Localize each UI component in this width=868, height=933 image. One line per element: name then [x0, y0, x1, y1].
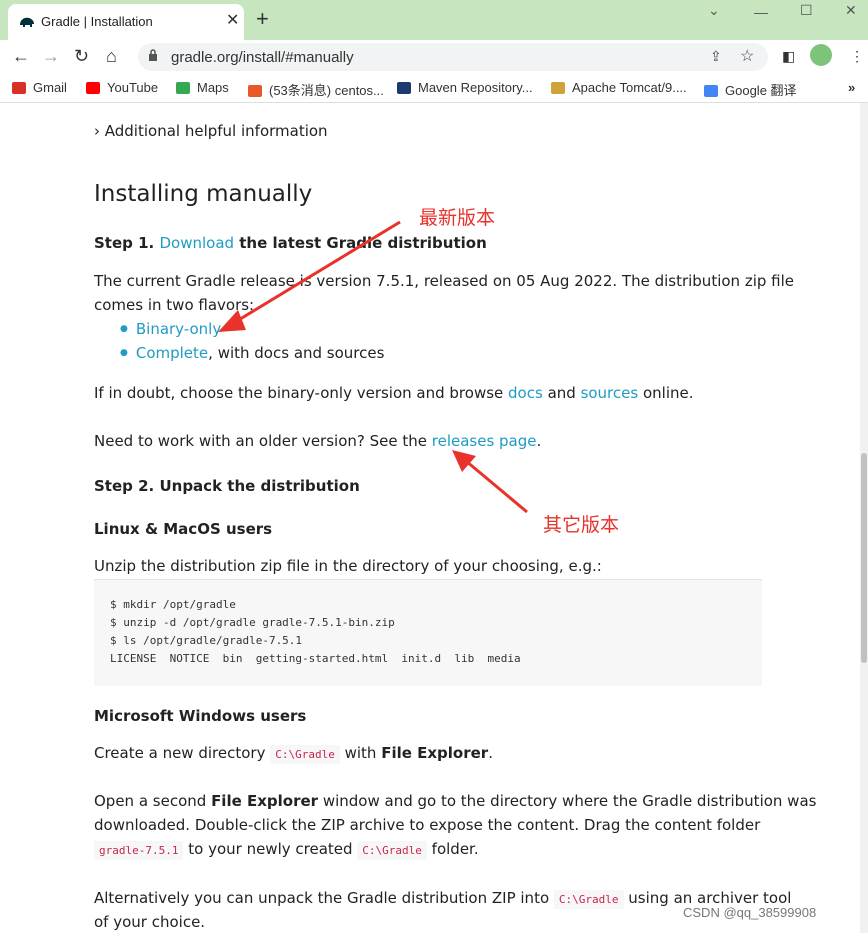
annotation-latest-version: 最新版本 — [419, 207, 496, 229]
arrow-latest — [218, 220, 401, 332]
scrollbar-thumb[interactable] — [861, 453, 867, 663]
annotation-other-version: 其它版本 — [543, 514, 620, 536]
arrow-other — [452, 450, 528, 514]
annotation-arrows — [218, 220, 528, 514]
page-scrollbar[interactable] — [860, 103, 868, 933]
csdn-watermark: CSDN @qq_38599908 — [683, 905, 817, 920]
